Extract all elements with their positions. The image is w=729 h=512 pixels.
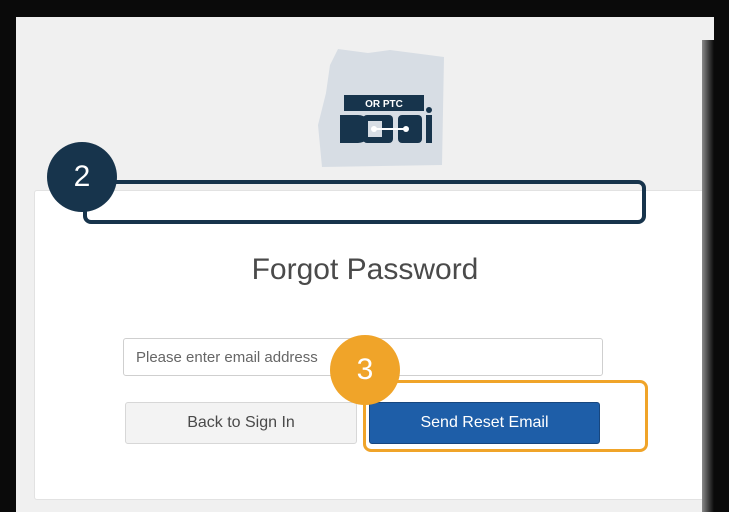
message-area-highlight: [83, 180, 646, 224]
screenshot-frame: OR PTC Forgot Password Back to Sign In S…: [0, 0, 729, 512]
step-3-badge: 3: [330, 335, 400, 405]
logo-banner-text: OR PTC: [365, 99, 403, 110]
or-ptc-dci-logo: OR PTC: [318, 49, 444, 167]
step-2-badge: 2: [47, 142, 117, 212]
browser-viewport: OR PTC Forgot Password Back to Sign In S…: [16, 17, 714, 512]
screen-edge-shadow: [702, 40, 714, 512]
back-to-sign-in-button[interactable]: Back to Sign In: [125, 402, 357, 444]
page-title: Forgot Password: [251, 253, 479, 286]
send-button-highlight: [363, 380, 648, 452]
